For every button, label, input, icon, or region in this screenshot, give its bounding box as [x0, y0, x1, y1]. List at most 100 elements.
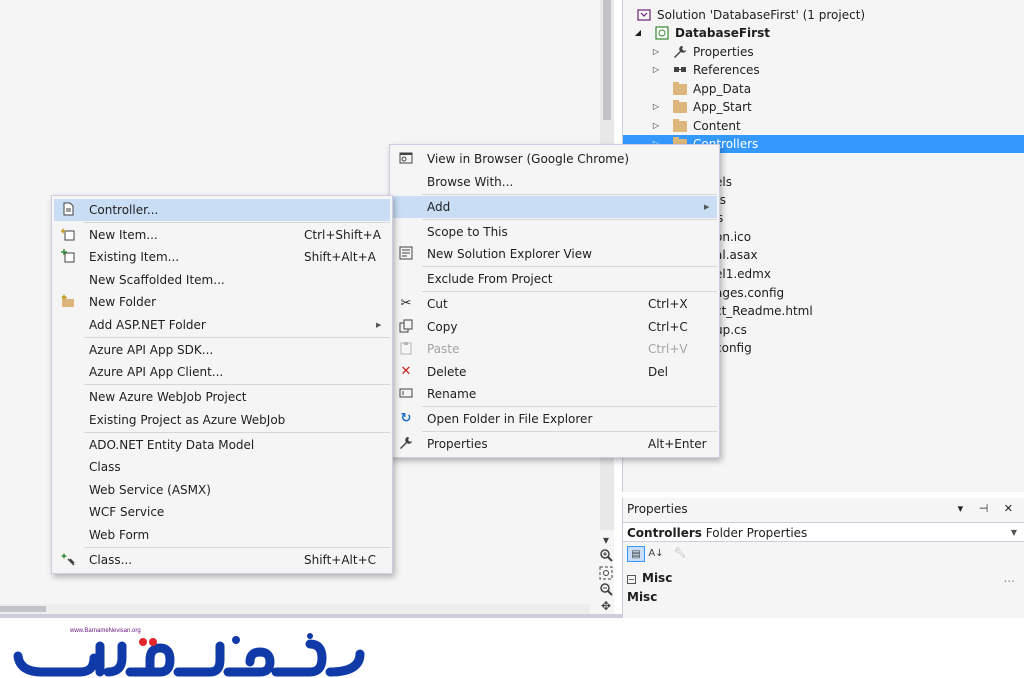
project-icon — [655, 26, 669, 40]
submenu-item-existing-item[interactable]: Existing Item... Shift+Alt+A — [54, 246, 390, 268]
barnamenevisan-logo — [13, 633, 365, 677]
submenu-item-new-item[interactable]: New Item... Ctrl+Shift+A — [54, 224, 390, 246]
submenu-item-web-service[interactable]: Web Service (ASMX) — [54, 479, 390, 501]
properties-toolbar: ▤ A↓ 🔧︎ — [623, 544, 1024, 564]
alphabetical-icon[interactable]: A↓ — [647, 546, 665, 562]
menu-item-shortcut: Del — [648, 365, 668, 379]
menu-item-open-folder[interactable]: ↻ Open Folder in File Explorer — [392, 408, 717, 430]
menu-item-paste[interactable]: Paste Ctrl+V — [392, 338, 717, 360]
panel-window-controls[interactable]: ▾ ⊣ ✕ — [958, 498, 1019, 520]
menu-item-view-in-browser[interactable]: View in Browser (Google Chrome) — [392, 148, 717, 170]
menu-item-shortcut: Ctrl+Shift+A — [304, 228, 381, 242]
menu-separator — [84, 432, 390, 433]
submenu-item-azure-api-sdk[interactable]: Azure API App SDK... — [54, 339, 390, 361]
menu-item-label: New Scaffolded Item... — [89, 273, 225, 287]
menu-separator — [422, 219, 717, 220]
submenu-item-azure-api-client[interactable]: Azure API App Client... — [54, 361, 390, 383]
menu-item-label: Web Service (ASMX) — [89, 483, 211, 497]
scrollbar-thumb[interactable] — [603, 0, 611, 120]
tree-item-label: al.asax — [715, 248, 758, 262]
submenu-item-new-azure-webjob[interactable]: New Azure WebJob Project — [54, 386, 390, 408]
references-icon — [673, 63, 687, 77]
menu-item-rename[interactable]: Rename — [392, 383, 717, 405]
submenu-item-ado-entity-model[interactable]: ADO.NET Entity Data Model — [54, 434, 390, 456]
folder-icon — [673, 119, 687, 132]
collapsed-arrow-icon[interactable]: ▷ — [651, 43, 661, 61]
submenu-item-existing-azure-webjob[interactable]: Existing Project as Azure WebJob — [54, 409, 390, 431]
menu-item-label: Azure API App SDK... — [89, 343, 214, 357]
expanded-arrow-icon[interactable]: ◢ — [633, 24, 643, 42]
tree-item-solution[interactable]: Solution 'DatabaseFirst' (1 project) — [623, 6, 1024, 24]
menu-item-label: Rename — [427, 387, 477, 401]
chevron-down-icon[interactable]: ▾ — [598, 532, 614, 548]
menu-item-copy[interactable]: Copy Ctrl+C — [392, 316, 717, 338]
zoom-fit-icon[interactable] — [598, 566, 614, 582]
tree-item-content[interactable]: ▷ Content — [623, 117, 1024, 135]
object-type: Folder Properties — [705, 526, 808, 540]
new-item-icon — [60, 227, 76, 243]
categorized-icon[interactable]: ▤ — [627, 546, 645, 562]
properties-header: Properties ▾ ⊣ ✕ — [623, 498, 1024, 520]
menu-item-label: Copy — [427, 320, 458, 334]
submenu-item-add-aspnet-folder[interactable]: Add ASP.NET Folder ▶ — [54, 314, 390, 336]
new-folder-icon — [60, 294, 76, 310]
property-pages-icon[interactable]: 🔧︎ — [671, 546, 689, 562]
menu-item-cut[interactable]: ✂ Cut Ctrl+X — [392, 293, 717, 315]
menu-item-add[interactable]: Add ▶ — [392, 196, 717, 218]
tree-item-label: App_Start — [693, 100, 752, 114]
tree-item-references[interactable]: ▷ References — [623, 61, 1024, 79]
zoom-in-icon[interactable] — [598, 548, 614, 564]
menu-item-label: View in Browser (Google Chrome) — [427, 152, 630, 166]
menu-item-new-solution-explorer-view[interactable]: New Solution Explorer View — [392, 243, 717, 265]
menu-item-exclude-from-project[interactable]: Exclude From Project — [392, 268, 717, 290]
menu-item-label: Open Folder in File Explorer — [427, 412, 593, 426]
submenu-item-wcf-service[interactable]: WCF Service — [54, 501, 390, 523]
tree-item-project[interactable]: ◢ DatabaseFirst — [623, 24, 1024, 42]
collapsed-arrow-icon[interactable]: ▷ — [651, 61, 661, 79]
submenu-item-class-wizard[interactable]: Class... Shift+Alt+C — [54, 549, 390, 571]
menu-item-shortcut: Alt+Enter — [648, 437, 707, 451]
submenu-item-new-folder[interactable]: New Folder — [54, 291, 390, 313]
tree-item-app-start[interactable]: ▷ App_Start — [623, 98, 1024, 116]
properties-panel: Properties ▾ ⊣ ✕ Controllers Folder Prop… — [622, 498, 1024, 618]
menu-item-properties[interactable]: Properties Alt+Enter — [392, 433, 717, 455]
menu-item-label: New Item... — [89, 228, 158, 242]
property-section-misc[interactable]: − Misc ... — [623, 570, 1024, 586]
submenu-item-class[interactable]: Class — [54, 456, 390, 478]
menu-item-delete[interactable]: ✕ Delete Del — [392, 361, 717, 383]
menu-item-label: Properties — [427, 437, 488, 451]
menu-item-label: ADO.NET Entity Data Model — [89, 438, 255, 452]
paste-icon — [398, 341, 414, 357]
collapse-icon[interactable]: − — [627, 575, 636, 584]
menu-item-browse-with[interactable]: Browse With... — [392, 171, 717, 193]
menu-item-label: New Solution Explorer View — [427, 247, 592, 261]
object-selector[interactable]: Controllers Folder Properties ▼ — [623, 522, 1024, 542]
menu-item-label: Existing Project as Azure WebJob — [89, 413, 286, 427]
menu-item-label: Add ASP.NET Folder — [89, 318, 206, 332]
menu-separator — [84, 384, 390, 385]
submenu-item-web-form[interactable]: Web Form — [54, 524, 390, 546]
tree-item-properties[interactable]: ▷ Properties — [623, 43, 1024, 61]
menu-separator — [84, 547, 390, 548]
menu-item-label: Existing Item... — [89, 250, 180, 264]
properties-title: Properties — [627, 502, 688, 516]
menu-item-label: Add — [427, 200, 451, 214]
collapsed-arrow-icon[interactable]: ▷ — [651, 117, 661, 135]
chevron-down-icon[interactable]: ▼ — [1011, 523, 1017, 543]
menu-item-scope-to-this[interactable]: Scope to This — [392, 221, 717, 243]
menu-item-label: New Folder — [89, 295, 157, 309]
pan-icon[interactable]: ✥ — [598, 598, 614, 614]
tree-item-label: DatabaseFirst — [675, 26, 770, 40]
submenu-item-new-scaffolded-item[interactable]: New Scaffolded Item... — [54, 269, 390, 291]
menu-item-label: Browse With... — [427, 175, 514, 189]
tree-item-label: on.ico — [715, 230, 752, 244]
submenu-item-controller[interactable]: Controller... — [54, 199, 390, 221]
editor-horizontal-scrollbar[interactable] — [0, 604, 590, 614]
folder-icon — [673, 100, 687, 113]
tree-item-app-data[interactable]: App_Data — [623, 80, 1024, 98]
tree-item-label: ct_Readme.html — [715, 304, 813, 318]
zoom-out-icon[interactable] — [598, 582, 614, 598]
scrollbar-thumb[interactable] — [0, 606, 46, 612]
tree-item-label: el1.edmx — [715, 267, 771, 281]
collapsed-arrow-icon[interactable]: ▷ — [651, 98, 661, 116]
